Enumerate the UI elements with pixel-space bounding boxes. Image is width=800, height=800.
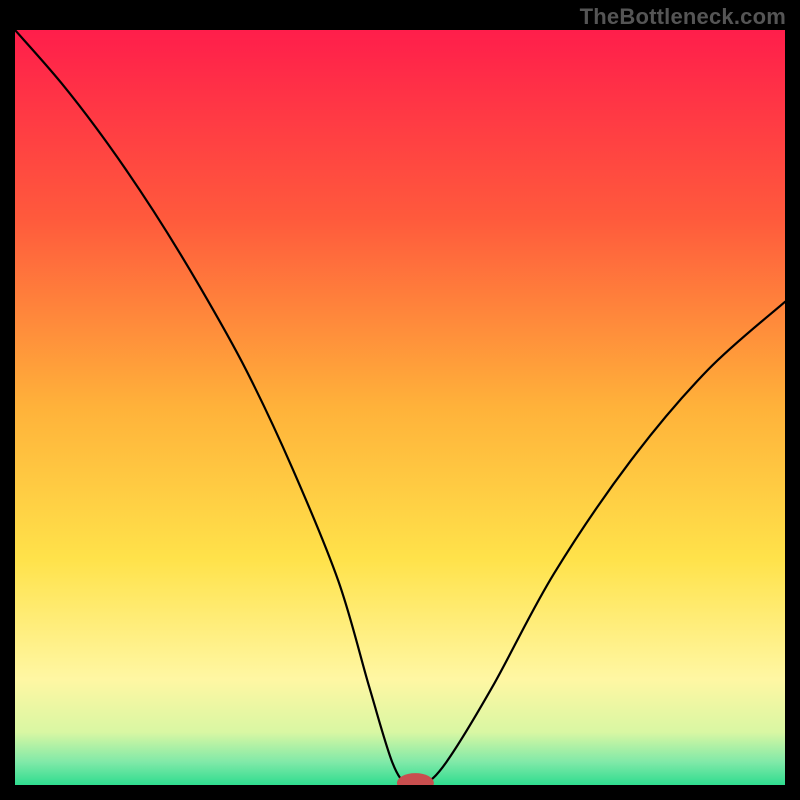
chart-background	[15, 30, 785, 785]
chart-frame	[15, 30, 785, 785]
watermark: TheBottleneck.com	[580, 4, 786, 30]
bottleneck-chart	[15, 30, 785, 785]
